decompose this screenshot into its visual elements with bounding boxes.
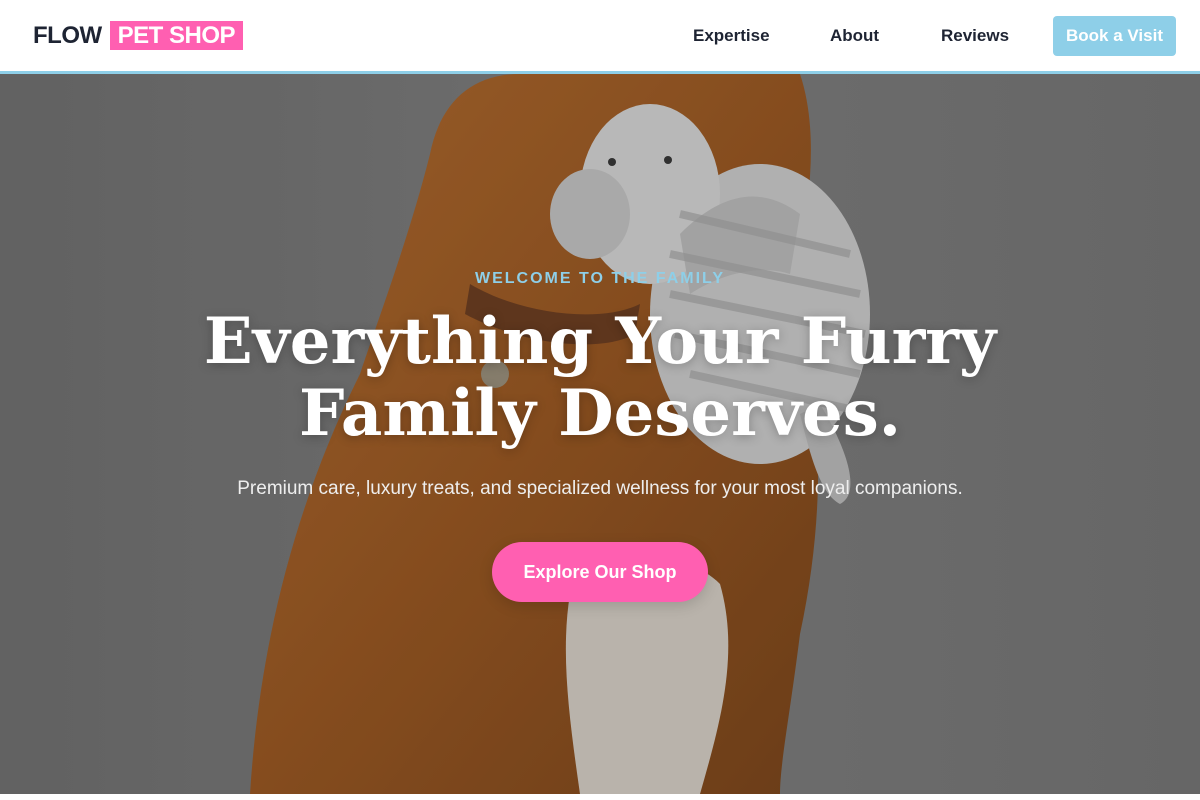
hero-section: WELCOME TO THE FAMILY Everything Your Fu… [0, 74, 1200, 794]
nav-link-expertise[interactable]: Expertise [693, 26, 770, 46]
page-bottom-edge [0, 794, 1200, 800]
logo-highlight: PET SHOP [109, 21, 243, 50]
site-header: FLOW PET SHOP Expertise About Reviews Bo… [0, 0, 1200, 74]
logo-wordmark: FLOW [33, 21, 102, 49]
hero-title-line-1: Everything Your Furry [203, 304, 997, 379]
hero-subtitle: Premium care, luxury treats, and special… [237, 478, 963, 499]
hero-title: Everything Your Furry Family Deserves. [150, 306, 1050, 450]
explore-shop-button[interactable]: Explore Our Shop [492, 542, 708, 602]
hero-eyebrow: WELCOME TO THE FAMILY [474, 270, 725, 287]
hero-title-line-2: Family Deserves. [298, 376, 902, 451]
book-visit-button[interactable]: Book a Visit [1053, 16, 1176, 56]
brand-logo[interactable]: FLOW PET SHOP [33, 21, 243, 50]
nav-link-about[interactable]: About [830, 26, 879, 46]
nav-link-reviews[interactable]: Reviews [941, 26, 1009, 46]
